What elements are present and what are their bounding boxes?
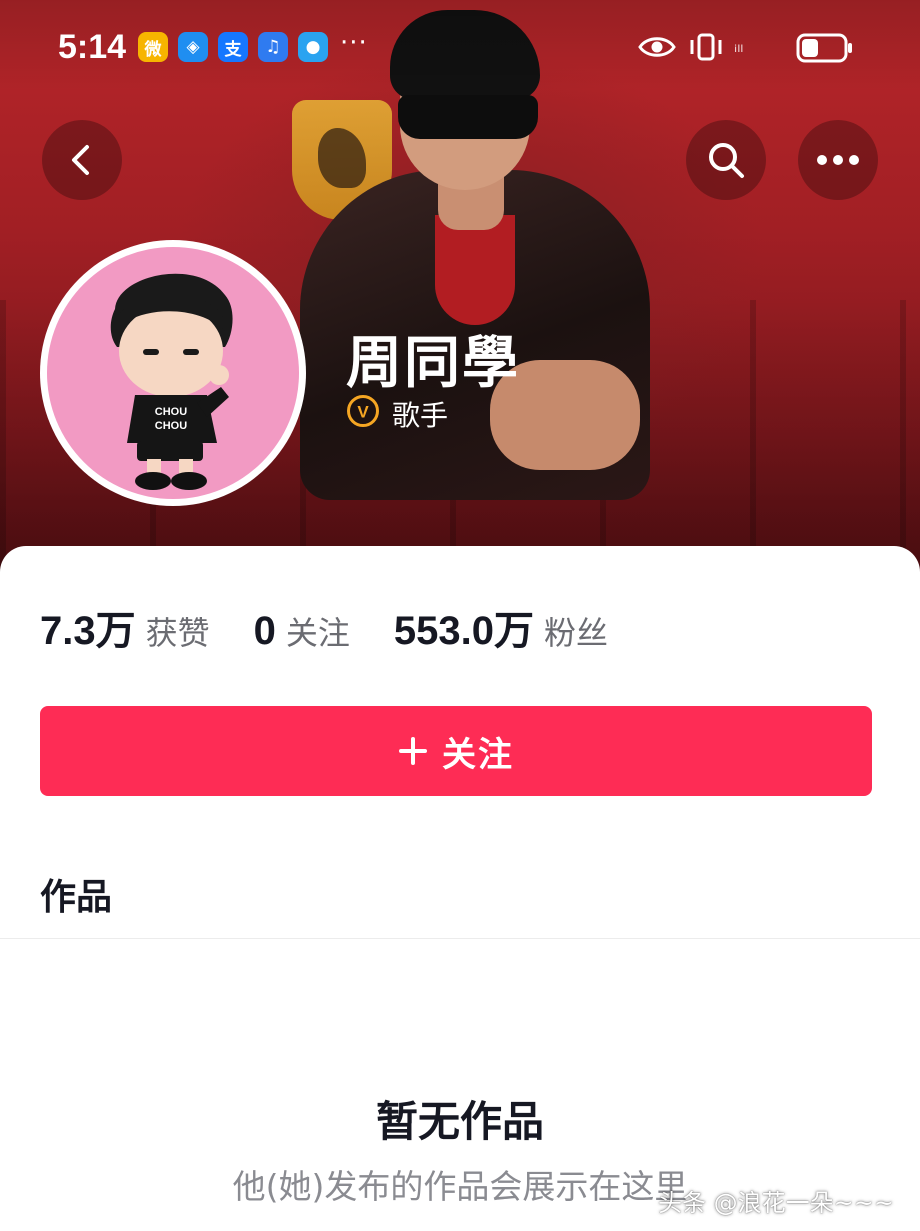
cartoon-character-icon: CHOU CHOU bbox=[110, 273, 233, 490]
avatar-image: CHOU CHOU bbox=[47, 247, 299, 499]
more-options-button[interactable] bbox=[798, 120, 878, 200]
shield-app-icon: ◈ bbox=[178, 32, 208, 62]
profile-stats: 7.3万 获赞 0 关注 553.0万 粉丝 bbox=[40, 598, 652, 653]
sunglasses bbox=[398, 95, 538, 139]
follow-button[interactable]: 关注 bbox=[40, 706, 872, 796]
profile-name: 周同學 bbox=[346, 331, 520, 396]
svg-text:V: V bbox=[357, 403, 369, 422]
more-notifications-icon: ··· bbox=[340, 28, 368, 58]
stat-following[interactable]: 0 关注 bbox=[254, 608, 350, 654]
svg-text:CHOU: CHOU bbox=[155, 420, 187, 432]
stat-likes-label: 获赞 bbox=[145, 614, 210, 652]
empty-state-title: 暂无作品 bbox=[375, 1097, 544, 1146]
message-app-icon: ● bbox=[298, 32, 328, 62]
more-dots-icon bbox=[817, 155, 859, 165]
plus-icon bbox=[399, 737, 427, 765]
chevron-left-icon bbox=[72, 145, 89, 175]
tab-works[interactable]: 作品 bbox=[40, 868, 112, 920]
status-bar: 5:14 微 ◈ 支 ♫ ● ··· ᵢₗₗ bbox=[0, 0, 920, 96]
music-app-icon: ♫ bbox=[258, 32, 288, 62]
watermark: 头条 @浪花一朵~~~ bbox=[658, 1189, 894, 1217]
back-button[interactable] bbox=[42, 120, 122, 200]
eye-icon bbox=[638, 37, 676, 57]
divider bbox=[0, 938, 920, 939]
vibrate-icon bbox=[690, 33, 722, 61]
stat-likes[interactable]: 7.3万 获赞 bbox=[40, 598, 210, 656]
signal-icon: ᵢₗₗ bbox=[734, 36, 744, 57]
stat-likes-value: 7.3万 bbox=[40, 609, 136, 653]
battery-icon bbox=[796, 33, 852, 63]
status-time: 5:14 bbox=[58, 28, 127, 66]
alipay-icon: 支 bbox=[218, 32, 248, 62]
search-icon bbox=[709, 143, 744, 178]
profile-tag: 歌手 bbox=[392, 399, 449, 432]
stat-following-label: 关注 bbox=[285, 614, 350, 652]
verified-badge-icon: V bbox=[347, 395, 379, 427]
stat-followers[interactable]: 553.0万 粉丝 bbox=[394, 598, 608, 656]
svg-text:CHOU: CHOU bbox=[155, 406, 187, 418]
weibo-icon: 微 bbox=[138, 32, 168, 62]
search-button[interactable] bbox=[686, 120, 766, 200]
stat-followers-label: 粉丝 bbox=[544, 614, 609, 652]
stat-followers-value: 553.0万 bbox=[393, 609, 534, 653]
stat-following-value: 0 bbox=[253, 609, 276, 653]
follow-button-label: 关注 bbox=[442, 734, 514, 775]
avatar[interactable]: CHOU CHOU bbox=[40, 240, 306, 506]
